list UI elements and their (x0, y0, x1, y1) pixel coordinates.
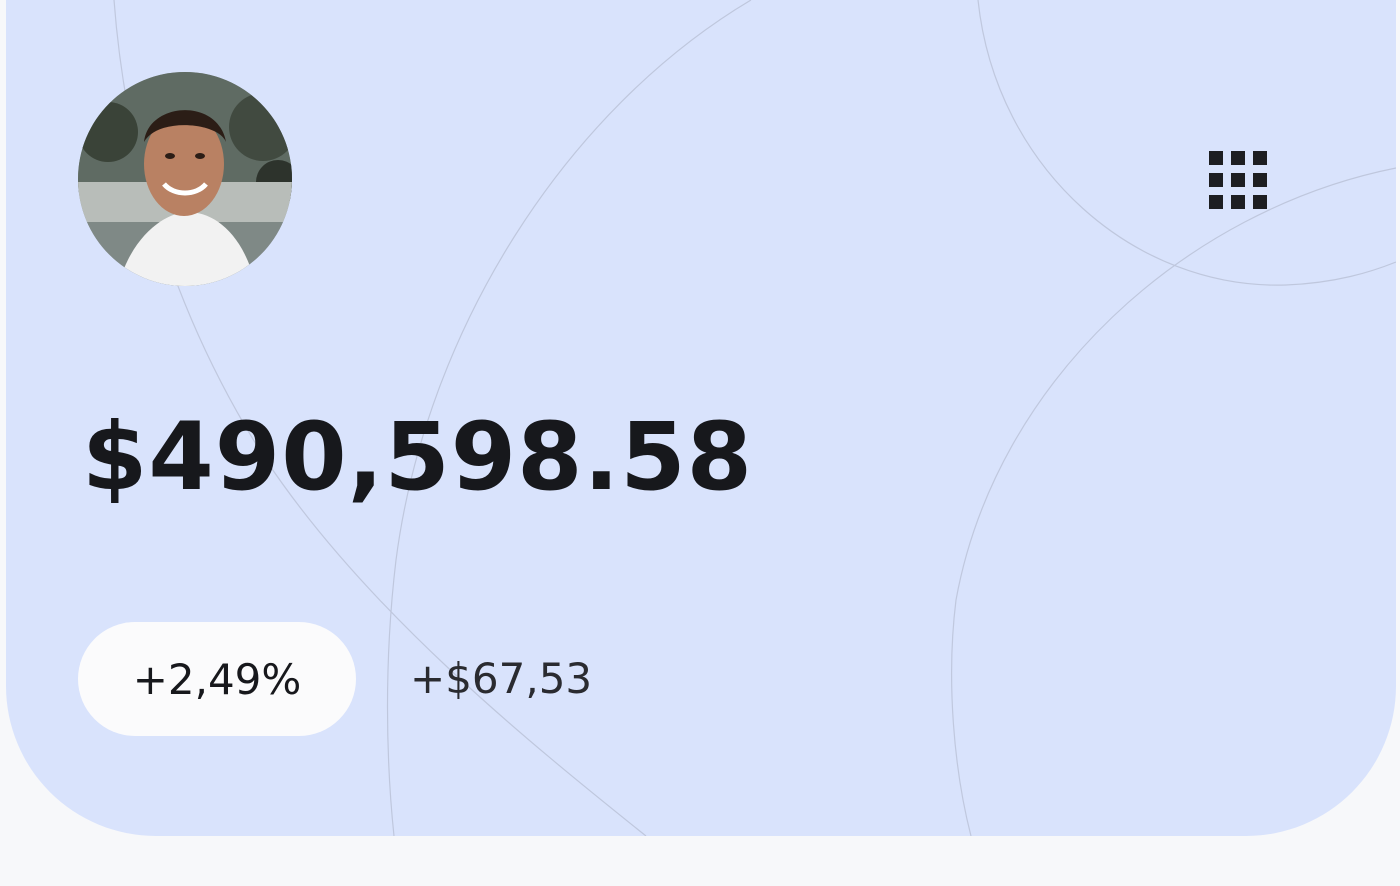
grid-icon (1209, 151, 1267, 209)
change-amount: +$67,53 (410, 654, 593, 703)
user-avatar-photo (78, 72, 292, 286)
change-percent-label: +2,49% (132, 654, 302, 704)
change-percent-badge[interactable]: +2,49% (78, 622, 356, 736)
balance-amount: $490,598.58 (82, 403, 754, 512)
grid-menu-button[interactable] (1202, 144, 1274, 216)
balance-card: $490,598.58 +2,49% +$67,53 (6, 0, 1396, 836)
user-avatar[interactable] (78, 72, 292, 286)
